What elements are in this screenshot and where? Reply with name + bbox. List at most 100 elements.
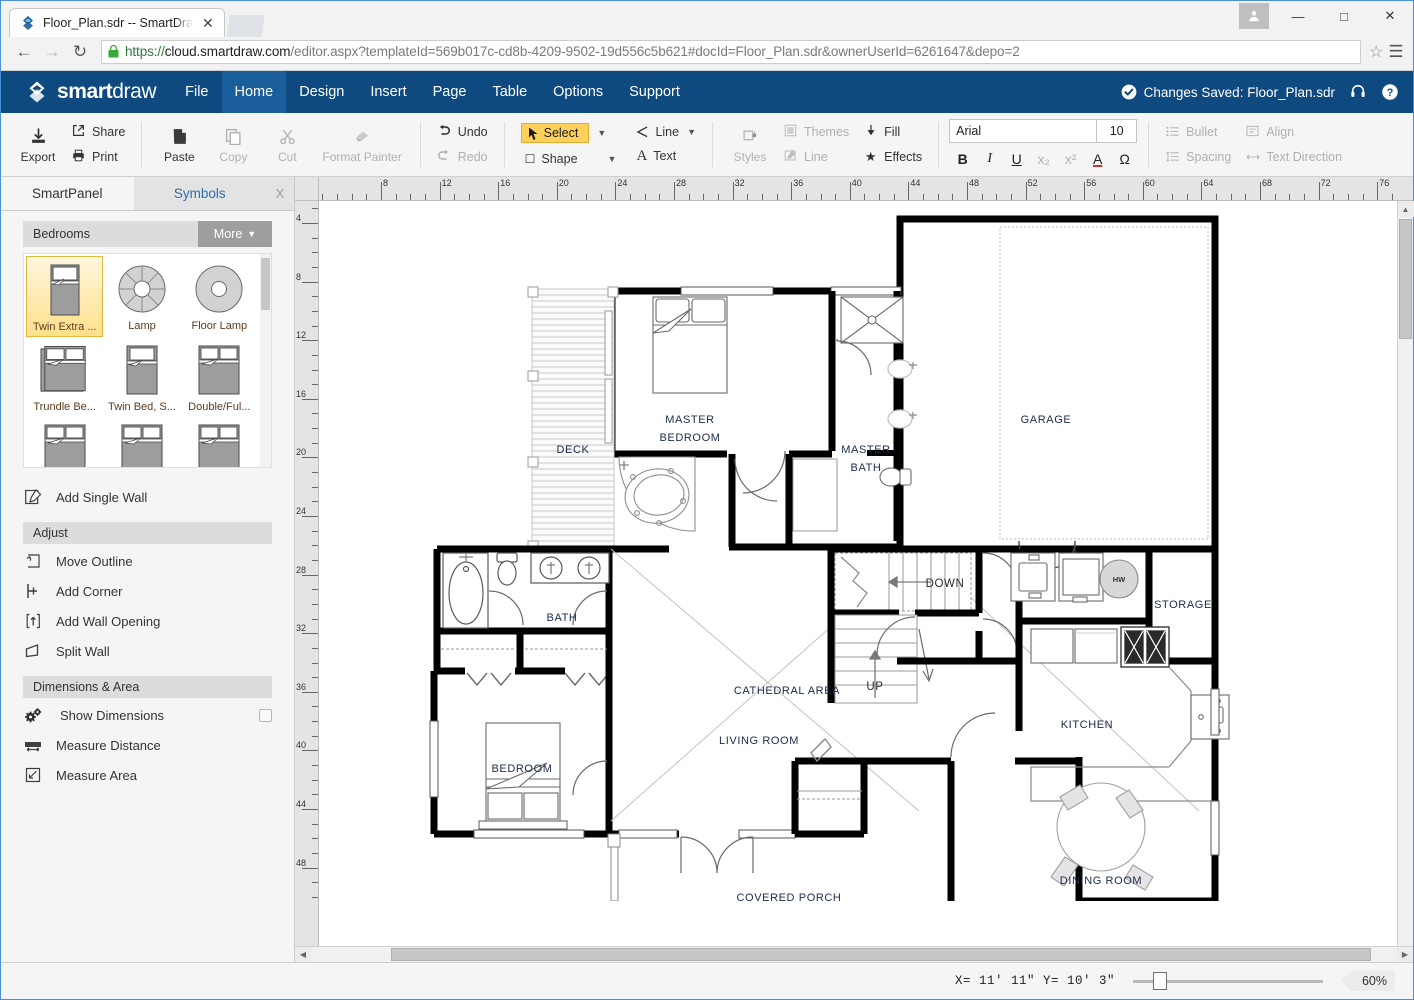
superscript-button[interactable]: x² <box>1057 148 1084 170</box>
smartdraw-logo[interactable]: smartdraw <box>1 80 172 104</box>
reload-icon[interactable]: ↻ <box>67 39 93 65</box>
symbol-trundle-bed[interactable]: Trundle Be... <box>26 337 103 416</box>
text-direction-button[interactable]: Text Direction <box>1245 149 1342 166</box>
styles-button[interactable]: Styles <box>723 125 777 164</box>
font-name-input[interactable]: Arial <box>949 119 1097 143</box>
symbol-queen-bed[interactable] <box>26 416 103 468</box>
maximize-button[interactable]: □ <box>1321 1 1367 31</box>
vertical-ruler[interactable]: 4812162024283236404448 <box>295 201 319 946</box>
zoom-slider-handle[interactable] <box>1153 972 1167 990</box>
menu-home[interactable]: Home <box>222 71 287 113</box>
floor-plan-drawing[interactable]: DECK MASTER BEDROOM MASTER BATH GARAGE S… <box>319 201 1397 901</box>
account-avatar-icon[interactable] <box>1239 3 1269 29</box>
tab-symbols[interactable]: Symbols <box>134 177 267 210</box>
symbol-floor-lamp[interactable]: Floor Lamp <box>181 256 258 337</box>
address-bar[interactable]: https://cloud.smartdraw.com/editor.aspx?… <box>101 40 1361 64</box>
browser-tab[interactable]: Floor_Plan.sdr -- SmartDra ✕ <box>9 8 225 37</box>
symbol-scroll-thumb[interactable] <box>261 258 270 310</box>
line-style-button[interactable]: Line <box>783 149 849 166</box>
menu-file[interactable]: File <box>172 71 221 113</box>
add-corner-button[interactable]: Add Corner <box>1 576 294 606</box>
text-tool-button[interactable]: A Text <box>632 148 676 165</box>
vertical-scroll-thumb[interactable] <box>1399 219 1412 339</box>
print-button[interactable]: Print <box>71 149 125 166</box>
show-dimensions-checkbox[interactable] <box>259 709 272 722</box>
new-tab-button[interactable] <box>227 15 265 37</box>
italic-button[interactable]: I <box>976 148 1003 170</box>
line-spacing-icon <box>1165 150 1180 165</box>
back-icon[interactable]: ← <box>11 39 37 65</box>
measure-distance-button[interactable]: Measure Distance <box>1 731 294 760</box>
ruler-tick <box>528 194 529 200</box>
scroll-right-arrow-icon[interactable]: ▶ <box>1397 946 1413 962</box>
scroll-up-arrow-icon[interactable]: ▲ <box>1398 201 1414 217</box>
tab-close-icon[interactable]: ✕ <box>200 16 216 30</box>
horizontal-ruler[interactable]: 8121620242832364044485256606468727680 <box>319 177 1397 201</box>
symbol-king-bed[interactable] <box>103 416 180 468</box>
font-color-button[interactable]: A <box>1084 148 1111 170</box>
bold-button[interactable]: B <box>949 148 976 170</box>
zoom-percentage[interactable]: 60% <box>1341 971 1395 991</box>
menu-support[interactable]: Support <box>616 71 693 113</box>
redo-button[interactable]: Redo <box>437 149 488 166</box>
drawing-canvas[interactable]: DECK MASTER BEDROOM MASTER BATH GARAGE S… <box>319 201 1397 946</box>
format-painter-button[interactable]: Format Painter <box>314 125 409 164</box>
themes-button[interactable]: Themes <box>783 124 849 141</box>
select-dropdown-caret-icon[interactable]: ▼ <box>597 128 606 138</box>
window-close-button[interactable]: ✕ <box>1367 1 1413 31</box>
zoom-slider[interactable] <box>1133 972 1323 990</box>
shape-dropdown-caret-icon[interactable]: ▼ <box>608 154 617 164</box>
underline-button[interactable]: U <box>1003 148 1030 170</box>
align-button[interactable]: Align <box>1245 124 1342 141</box>
cut-button[interactable]: Cut <box>260 125 314 164</box>
measure-area-button[interactable]: Measure Area <box>1 760 294 790</box>
scroll-left-arrow-icon[interactable]: ◀ <box>295 946 311 962</box>
menu-insert[interactable]: Insert <box>357 71 419 113</box>
bullet-button[interactable]: Bullet <box>1165 124 1231 141</box>
line-dropdown-caret-icon[interactable]: ▼ <box>687 127 696 137</box>
share-button[interactable]: Share <box>71 124 125 141</box>
select-tool-button[interactable]: Select <box>521 123 590 143</box>
symbol-scrollbar[interactable] <box>260 254 271 467</box>
spacing-button[interactable]: Spacing <box>1165 149 1231 166</box>
subscript-button[interactable]: x₂ <box>1030 148 1057 170</box>
add-single-wall-button[interactable]: Add Single Wall <box>1 482 294 512</box>
menu-options[interactable]: Options <box>540 71 616 113</box>
font-size-input[interactable]: 10 <box>1097 119 1137 143</box>
add-wall-opening-button[interactable]: Add Wall Opening <box>1 606 294 636</box>
move-outline-button[interactable]: Move Outline <box>1 546 294 576</box>
effects-label: Effects <box>884 150 922 164</box>
menu-table[interactable]: Table <box>479 71 540 113</box>
close-panel-icon[interactable]: X <box>266 177 294 210</box>
browser-menu-icon[interactable]: ☰ <box>1387 42 1405 62</box>
symbol-cal-king-bed[interactable] <box>181 416 258 468</box>
symbol-twin-extra-long[interactable]: Twin Extra ... <box>26 256 103 337</box>
menu-design[interactable]: Design <box>286 71 357 113</box>
show-dimensions-row[interactable]: Show Dimensions <box>1 700 294 731</box>
undo-button[interactable]: Undo <box>437 124 488 141</box>
canvas-horizontal-scrollbar[interactable] <box>311 946 1397 962</box>
help-circle-icon[interactable]: ? <box>1381 83 1399 101</box>
symbol-double-full[interactable]: Double/Ful... <box>181 337 258 416</box>
forward-icon[interactable]: → <box>39 39 65 65</box>
line-tool-button[interactable]: Line <box>632 125 679 139</box>
paste-button[interactable]: Paste <box>152 125 206 164</box>
insert-symbol-button[interactable]: Ω <box>1111 148 1138 170</box>
canvas-vertical-scrollbar[interactable]: ▲ <box>1397 201 1413 946</box>
menu-page[interactable]: Page <box>420 71 480 113</box>
effects-button[interactable]: ★ Effects <box>863 149 922 166</box>
undo-redo-stack: Undo Redo <box>431 124 494 166</box>
horizontal-scroll-thumb[interactable] <box>391 948 1371 961</box>
symbol-more-button[interactable]: More ▼ <box>198 221 272 247</box>
copy-button[interactable]: Copy <box>206 125 260 164</box>
split-wall-button[interactable]: Split Wall <box>1 636 294 666</box>
tab-smartpanel[interactable]: SmartPanel <box>1 177 134 210</box>
shape-tool-button[interactable]: ☐ Shape <box>521 152 578 166</box>
bookmark-star-icon[interactable]: ☆ <box>1369 42 1385 62</box>
symbol-twin-bed[interactable]: Twin Bed, S... <box>103 337 180 416</box>
export-button[interactable]: Export <box>11 125 65 164</box>
headset-support-icon[interactable] <box>1349 83 1367 101</box>
symbol-lamp[interactable]: Lamp <box>103 256 180 337</box>
fill-button[interactable]: Fill <box>863 124 922 141</box>
minimize-button[interactable]: — <box>1275 1 1321 31</box>
